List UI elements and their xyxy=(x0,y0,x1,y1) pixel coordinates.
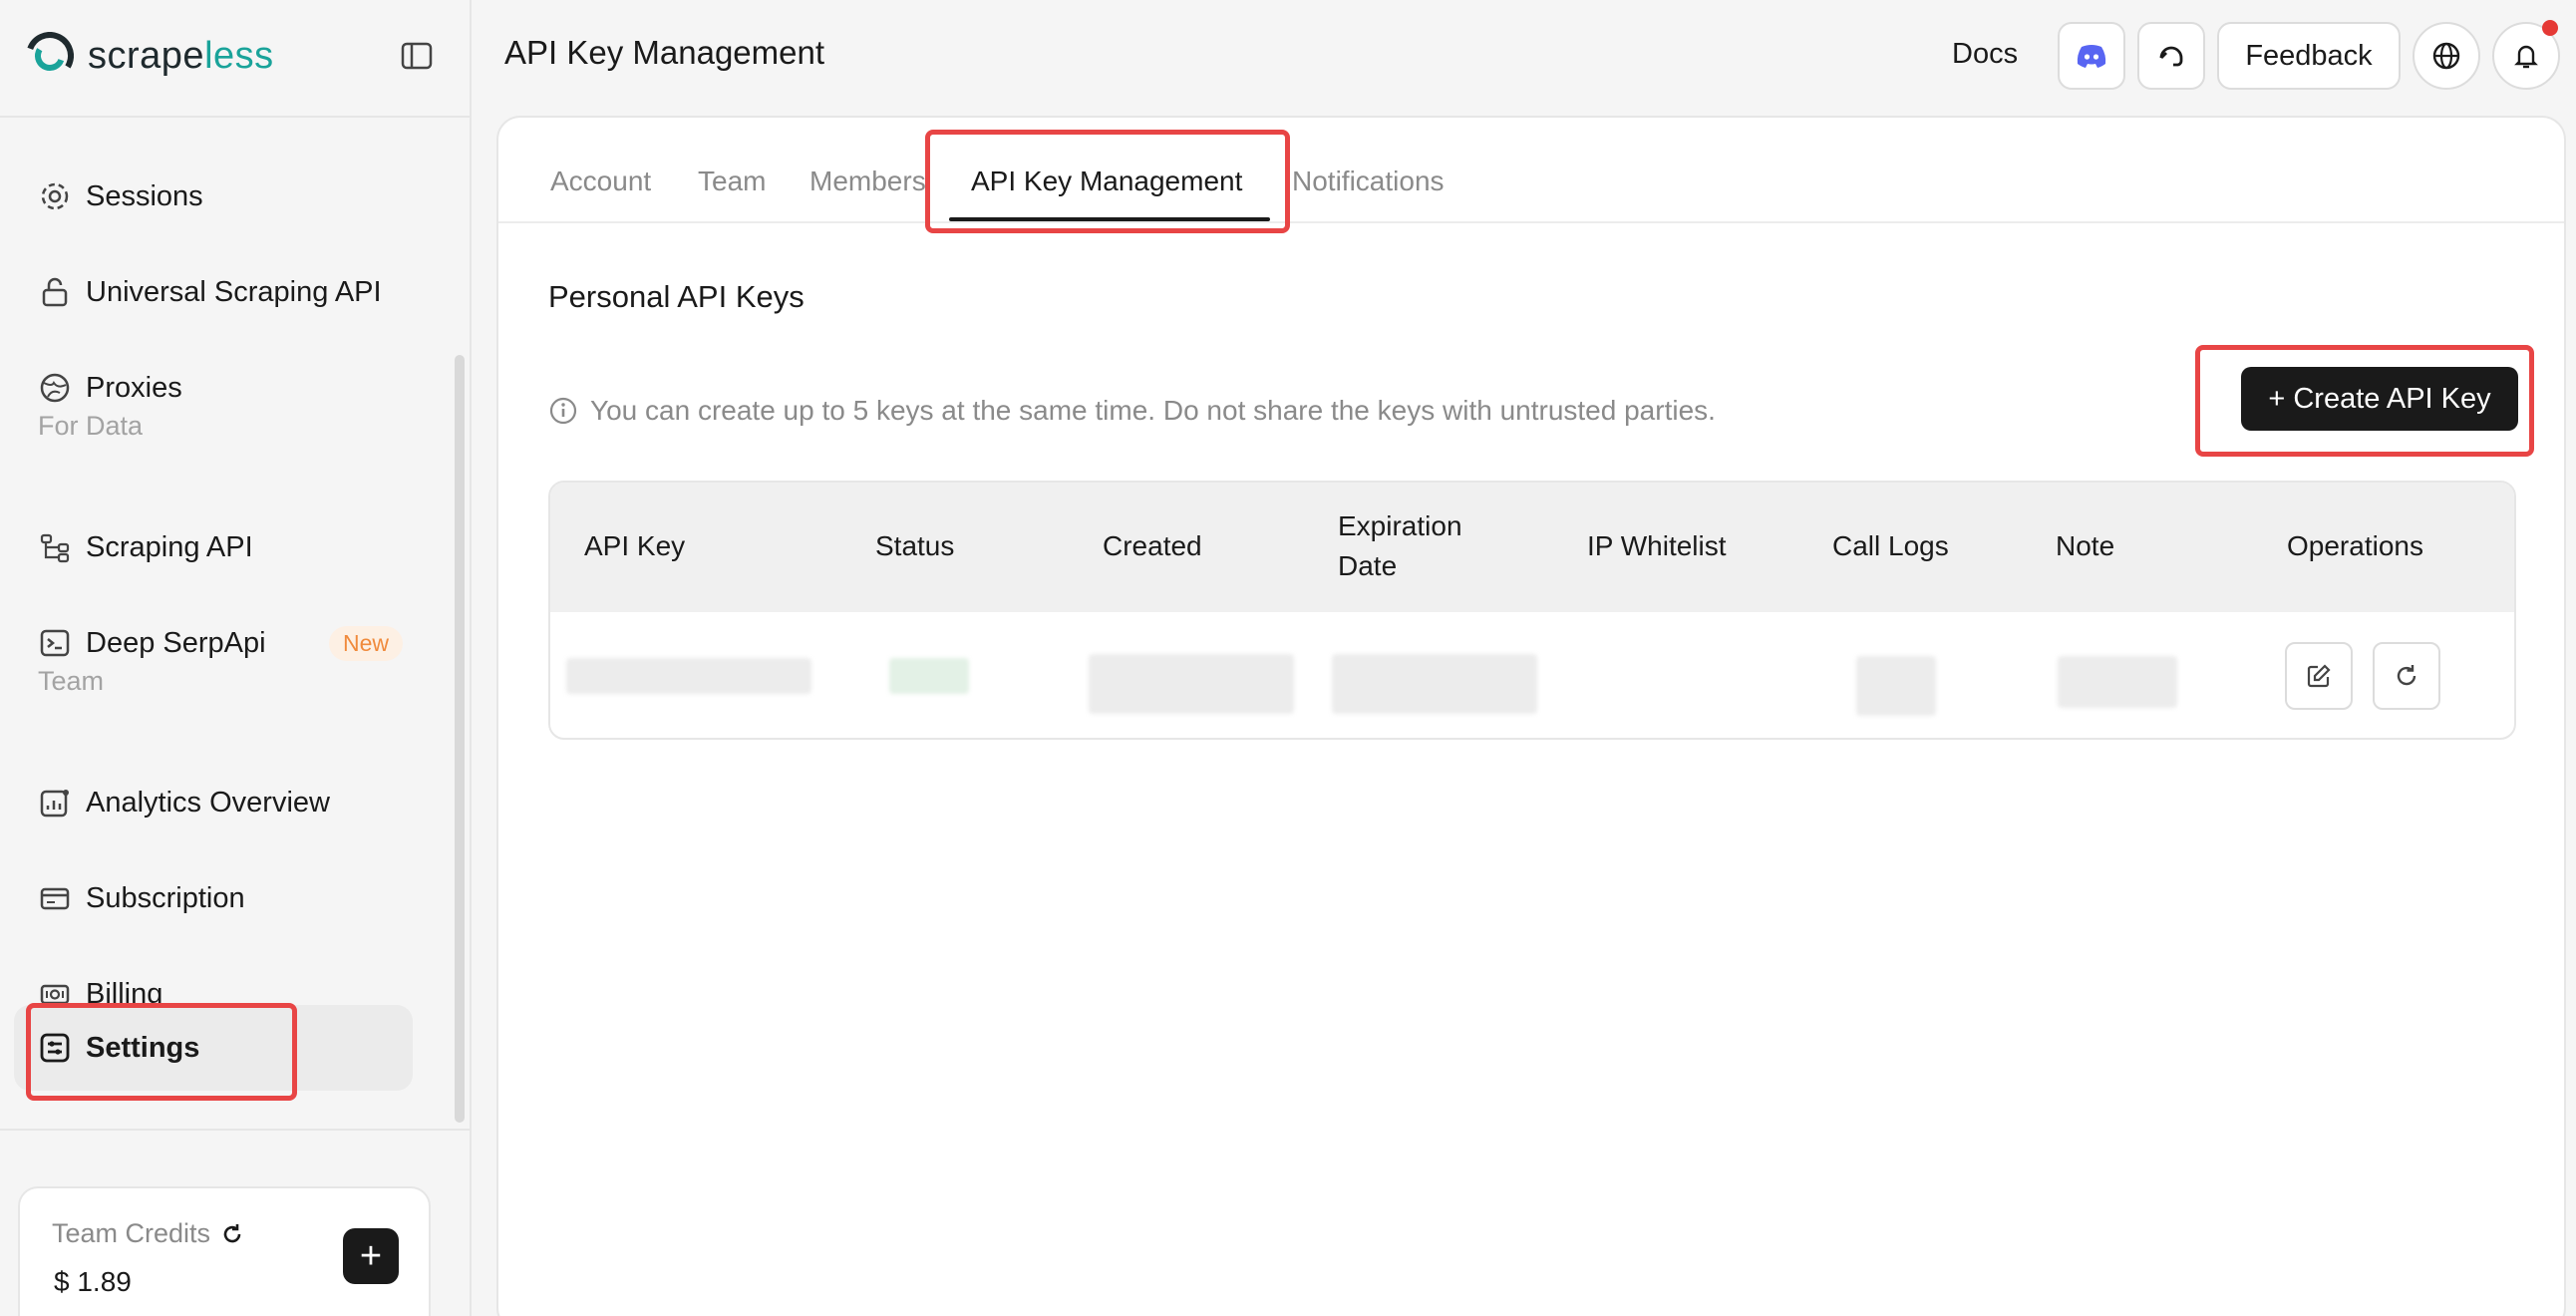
highlight-box xyxy=(2195,345,2534,457)
sidebar-item-label: Proxies xyxy=(86,371,182,404)
highlight-box xyxy=(925,130,1290,233)
docs-link[interactable]: Docs xyxy=(1952,38,2018,71)
sidebar-divider xyxy=(0,116,471,118)
bell-icon xyxy=(2514,45,2538,69)
section-label-for-data: For Data xyxy=(38,411,144,441)
team-credits-value: $ 1.89 xyxy=(54,1266,132,1297)
sidebar-item-label: Subscription xyxy=(86,881,245,914)
section-label-team: Team xyxy=(38,666,105,696)
sessions-icon xyxy=(41,182,69,210)
highlight-box xyxy=(26,1003,297,1101)
card-icon xyxy=(40,887,70,910)
terminal-icon xyxy=(40,629,70,657)
info-message: You can create up to 5 keys at the same … xyxy=(548,395,1716,427)
column-header: IP Whitelist xyxy=(1587,530,1727,561)
sidebar-item-universal-scraping-api[interactable]: Universal Scraping API xyxy=(14,249,413,335)
redacted-note xyxy=(2058,656,2177,708)
tab-notifications[interactable]: Notifications xyxy=(1292,165,1445,197)
notification-dot xyxy=(2542,20,2558,36)
sidebar-item-label: Analytics Overview xyxy=(86,786,330,819)
discord-icon xyxy=(2077,45,2106,68)
add-credits-button[interactable]: + xyxy=(343,1228,399,1284)
sidebar-item-sessions[interactable]: Sessions xyxy=(14,154,413,239)
sidebar-item-label: Scraping API xyxy=(86,530,253,563)
sidebar-item-label: Sessions xyxy=(86,179,203,212)
redacted-api-key xyxy=(566,658,811,694)
regenerate-api-key-button[interactable] xyxy=(2373,642,2440,710)
sidebar-scrollbar[interactable] xyxy=(455,355,465,1123)
headset-icon xyxy=(2159,46,2183,67)
flow-icon xyxy=(40,533,70,563)
edit-icon xyxy=(2307,664,2331,688)
settings-tabs: Account Team Members API Key Management … xyxy=(498,118,2564,223)
page-title: API Key Management xyxy=(504,34,825,71)
sidebar-item-scraping-api[interactable]: Scraping API xyxy=(14,504,413,590)
table-row xyxy=(550,612,2514,738)
tab-account[interactable]: Account xyxy=(550,165,651,197)
info-icon xyxy=(549,397,577,425)
tab-members[interactable]: Members xyxy=(809,165,926,197)
language-button[interactable] xyxy=(2413,22,2480,90)
sidebar-item-label: Deep SerpApi xyxy=(86,626,266,659)
refresh-icon xyxy=(2397,665,2416,686)
redacted-created xyxy=(1089,654,1294,714)
column-header: Expiration Date xyxy=(1338,510,1462,581)
team-credits-card: Team Credits $ 1.89 + xyxy=(18,1186,431,1316)
column-header: Operations xyxy=(2287,530,2423,561)
settings-panel: Account Team Members API Key Management … xyxy=(496,116,2566,1316)
team-credits-label: Team Credits xyxy=(52,1218,244,1249)
section-title: Personal API Keys xyxy=(548,279,805,314)
brand[interactable]: scrapeless xyxy=(26,28,274,84)
sidebar: scrapeless Sessions Universal Scraping A… xyxy=(0,0,472,1316)
column-header: Created xyxy=(1103,530,1202,561)
unlock-icon xyxy=(42,277,68,307)
tab-team[interactable]: Team xyxy=(698,165,766,197)
support-button[interactable] xyxy=(2137,22,2205,90)
discord-button[interactable] xyxy=(2058,22,2125,90)
globe-icon xyxy=(2432,42,2460,70)
scrapeless-logo-icon xyxy=(26,32,74,80)
sidebar-item-subscription[interactable]: Subscription xyxy=(14,855,413,941)
sidebar-toggle-icon[interactable] xyxy=(399,38,435,74)
new-badge: New xyxy=(329,625,404,661)
table-header: API Key Status Created Expiration Date I… xyxy=(550,483,2514,612)
brand-wordmark: scrapeless xyxy=(88,34,274,77)
redacted-expiration xyxy=(1332,654,1537,714)
plus-icon: + xyxy=(359,1234,383,1277)
chart-icon xyxy=(40,790,69,818)
api-keys-table: API Key Status Created Expiration Date I… xyxy=(548,481,2516,740)
column-header: Status xyxy=(875,530,955,561)
sidebar-divider xyxy=(0,1129,471,1131)
redacted-call-logs xyxy=(1856,656,1936,716)
column-header: API Key xyxy=(584,530,686,561)
column-header: Note xyxy=(2056,530,2115,561)
column-header: Call Logs xyxy=(1832,530,1949,561)
info-text: You can create up to 5 keys at the same … xyxy=(590,395,1716,426)
redacted-status xyxy=(889,658,969,694)
refresh-icon[interactable] xyxy=(220,1222,244,1246)
edit-api-key-button[interactable] xyxy=(2285,642,2353,710)
sidebar-item-analytics-overview[interactable]: Analytics Overview xyxy=(14,760,413,845)
sidebar-item-label: Universal Scraping API xyxy=(86,275,382,308)
feedback-button[interactable]: Feedback xyxy=(2217,22,2401,90)
globe-icon xyxy=(40,373,70,403)
